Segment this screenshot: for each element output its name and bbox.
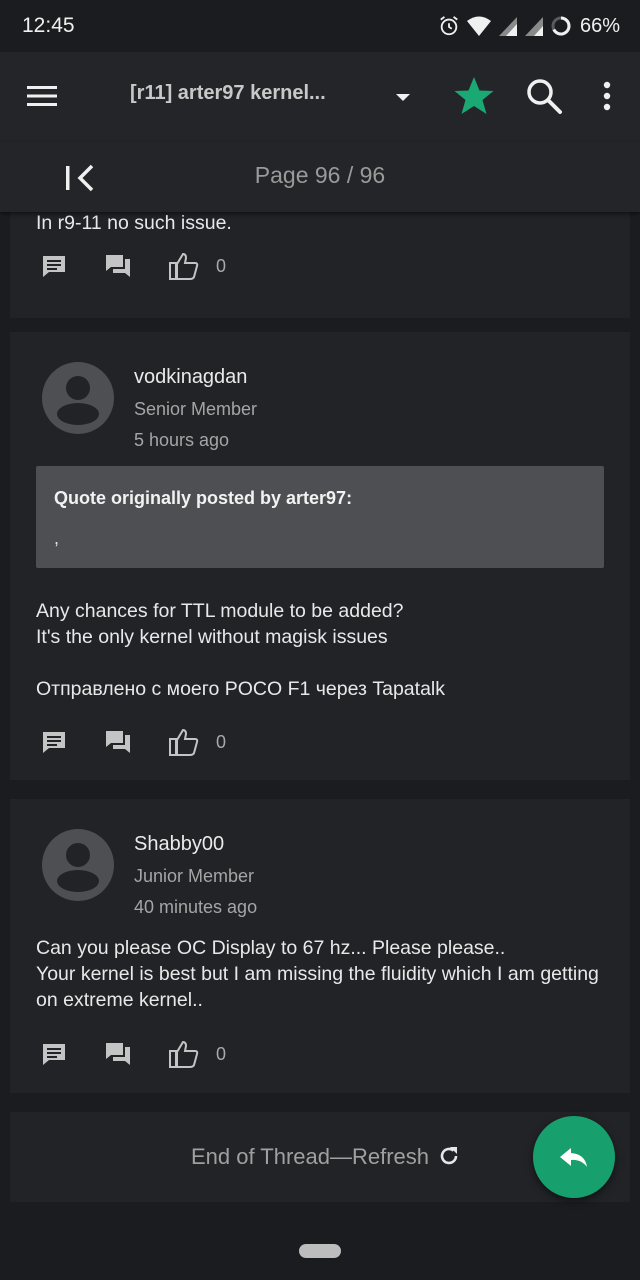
- battery-ring-icon: [551, 16, 571, 36]
- post-text: In r9-11 no such issue.: [36, 212, 232, 234]
- status-time: 12:45: [22, 14, 75, 37]
- like-count: 0: [216, 255, 227, 276]
- status-bar: 12:45 66%: [0, 0, 640, 52]
- refresh-icon[interactable]: [437, 1144, 461, 1168]
- thumbs-up-icon: [169, 728, 199, 756]
- multi-quote-button[interactable]: [104, 248, 168, 284]
- post-time: 5 hours ago: [134, 430, 230, 450]
- user-rank: Senior Member: [134, 399, 258, 419]
- username[interactable]: vodkinagdan: [134, 366, 247, 389]
- post-card: vodkinagdan Senior Member 5 hours ago Qu…: [10, 332, 630, 780]
- avatar[interactable]: [42, 362, 114, 434]
- post-actions: 0: [40, 724, 226, 760]
- reply-button[interactable]: [40, 1036, 104, 1072]
- star-icon[interactable]: [452, 74, 496, 118]
- avatar[interactable]: [42, 829, 114, 901]
- more-options-icon[interactable]: [594, 78, 620, 114]
- user-rank: Junior Member: [134, 866, 255, 886]
- like-count: 0: [216, 1043, 227, 1064]
- comment-icon: [43, 732, 65, 753]
- reply-button[interactable]: [40, 248, 104, 284]
- page-indicator[interactable]: Page 96 / 96: [0, 162, 640, 189]
- multi-quote-button[interactable]: [104, 1036, 168, 1072]
- post-time: 40 minutes ago: [134, 897, 258, 917]
- app-bar: [r11] arter97 kernel...: [0, 52, 640, 142]
- signal-icon: [524, 17, 543, 36]
- quote-body: ,: [54, 528, 60, 548]
- post-card: In r9-11 no such issue. 0: [10, 212, 630, 318]
- menu-icon[interactable]: [24, 78, 60, 114]
- multi-quote-button[interactable]: [104, 724, 168, 760]
- status-icons: 66%: [438, 12, 620, 40]
- battery-percent: 66%: [579, 14, 620, 37]
- reply-fab-button[interactable]: [533, 1116, 615, 1198]
- post-card: Shabby00 Junior Member 40 minutes ago Ca…: [10, 799, 630, 1093]
- forum-icon: [106, 731, 130, 753]
- post-text: Any chances for TTL module to be added? …: [36, 600, 445, 700]
- post-actions: 0: [40, 248, 226, 284]
- signal-icon: [498, 17, 517, 36]
- quote-block: Quote originally posted by arter97: ,: [36, 466, 604, 568]
- end-of-thread-label[interactable]: End of Thread—Refresh: [10, 1144, 610, 1170]
- alarm-icon: [440, 16, 458, 36]
- quote-title: Quote originally posted by arter97:: [54, 488, 353, 508]
- forum-icon: [106, 1043, 130, 1065]
- reply-icon: [560, 1148, 587, 1167]
- thumbs-up-icon: [169, 252, 199, 280]
- post-text: Can you please OC Display to 67 hz... Pl…: [36, 937, 599, 1011]
- comment-icon: [43, 1044, 65, 1065]
- page-navigation-bar: Page 96 / 96: [0, 142, 640, 212]
- system-navigation-bar: [0, 1222, 640, 1280]
- search-icon[interactable]: [524, 76, 564, 116]
- thread-title[interactable]: [r11] arter97 kernel...: [130, 82, 380, 105]
- forum-icon: [106, 255, 130, 277]
- comment-icon: [43, 256, 65, 277]
- dropdown-arrow-icon[interactable]: [392, 86, 414, 108]
- home-gesture-pill[interactable]: [299, 1244, 341, 1258]
- reply-button[interactable]: [40, 724, 104, 760]
- like-count: 0: [216, 731, 227, 752]
- wifi-icon: [466, 16, 491, 36]
- thumbs-up-icon: [169, 1040, 199, 1068]
- username[interactable]: Shabby00: [134, 833, 224, 856]
- post-actions: 0: [40, 1036, 226, 1072]
- thread-content[interactable]: In r9-11 no such issue. 0 vodkinagdan Se…: [0, 212, 640, 1222]
